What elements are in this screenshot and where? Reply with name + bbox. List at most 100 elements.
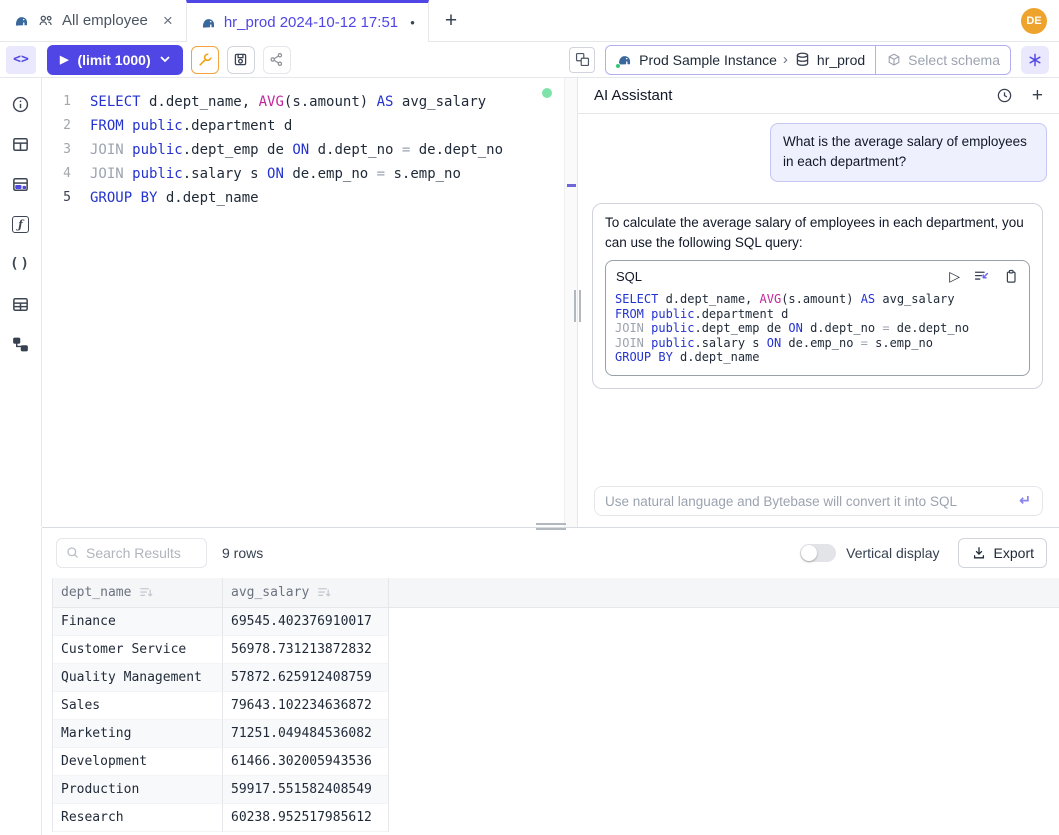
tab-hr-prod[interactable]: hr_prod 2024-10-12 17:51 ● [186, 0, 429, 42]
table-cell[interactable]: Sales [53, 692, 223, 720]
copy-icon[interactable] [1003, 268, 1019, 285]
line-number: 4 [42, 162, 90, 186]
avatar[interactable]: DE [1021, 8, 1047, 34]
table-cell[interactable]: Marketing [53, 720, 223, 748]
postgres-icon [616, 52, 633, 68]
search-icon [65, 545, 81, 561]
format-sql-button[interactable] [191, 46, 219, 74]
people-icon [37, 12, 55, 30]
run-sql-icon[interactable]: ▷ [949, 266, 960, 287]
sql-editor[interactable]: 1SELECT d.dept_name, AVG(s.amount) AS av… [42, 78, 577, 527]
table-row[interactable]: Finance69545.402376910017 [53, 608, 1059, 636]
status-dot [615, 63, 621, 69]
breadcrumb-separator: › [783, 51, 788, 68]
ai-answer: To calculate the average salary of emplo… [592, 203, 1043, 389]
export-button[interactable]: Export [958, 538, 1047, 568]
table-cell-filler [389, 664, 1059, 692]
table-row[interactable]: Marketing71251.049484536082 [53, 720, 1059, 748]
openai-icon [1027, 52, 1043, 68]
sheets-icon[interactable] [4, 164, 38, 204]
table-row[interactable]: Research60238.952517985612 [53, 804, 1059, 832]
history-clock-icon[interactable] [996, 87, 1013, 104]
ai-panel-header: AI Assistant + [578, 78, 1059, 114]
table-row[interactable]: Sales79643.102234636872 [53, 692, 1059, 720]
results-table-body: Finance69545.402376910017Customer Servic… [53, 608, 1059, 832]
tab-label: hr_prod 2024-10-12 17:51 [224, 14, 398, 31]
table-cell[interactable]: Development [53, 748, 223, 776]
run-query-button[interactable]: ▶ (limit 1000) [47, 45, 183, 75]
table-cell[interactable]: 59917.551582408549 [223, 776, 389, 804]
table-cell[interactable]: Quality Management [53, 664, 223, 692]
select-schema-label: Select schema [908, 52, 1000, 68]
line-number: 5 [42, 186, 90, 210]
info-icon[interactable] [4, 84, 38, 124]
table-cell[interactable]: 61466.302005943536 [223, 748, 389, 776]
table-row[interactable]: Quality Management57872.625912408759 [53, 664, 1059, 692]
table-cell[interactable]: Customer Service [53, 636, 223, 664]
table-cell-filler [389, 804, 1059, 832]
results-table: dept_name avg_salary Finance69545.402376… [52, 578, 1059, 832]
schema-cube-icon [886, 52, 902, 68]
line-number: 2 [42, 114, 90, 138]
line-number: 3 [42, 138, 90, 162]
new-tab-button[interactable]: + [429, 0, 473, 41]
save-sheet-button[interactable] [227, 46, 255, 74]
sort-icon [316, 585, 331, 600]
vertical-display-toggle[interactable] [800, 544, 836, 562]
ai-answer-text: To calculate the average salary of emplo… [605, 215, 1024, 250]
table-cell-filler [389, 692, 1059, 720]
table-cell[interactable]: 57872.625912408759 [223, 664, 389, 692]
ai-code-lines: SELECT d.dept_name, AVG(s.amount) AS avg… [606, 288, 1029, 375]
vertical-resize-handle[interactable] [574, 290, 581, 322]
database-name: hr_prod [817, 52, 865, 68]
close-icon[interactable]: × [163, 12, 173, 29]
cursor-status-dot [542, 88, 552, 98]
code-line: 3JOIN public.dept_emp de ON d.dept_no = … [42, 138, 577, 162]
results-toolbar: 9 rows Vertical display Export [42, 528, 1059, 578]
insert-into-editor-icon[interactable] [973, 268, 990, 285]
code-line: JOIN public.salary s ON de.emp_no = s.em… [615, 336, 1019, 351]
table-cell[interactable]: Production [53, 776, 223, 804]
ai-chat-area: What is the average salary of employees … [578, 114, 1059, 486]
table-row[interactable]: Development61466.302005943536 [53, 748, 1059, 776]
horizontal-resize-handle[interactable] [536, 523, 566, 530]
layout-toggle-button[interactable] [569, 47, 595, 73]
table-cell[interactable]: 60238.952517985612 [223, 804, 389, 832]
schema-diagram-icon[interactable] [4, 324, 38, 364]
sql-editor-mode-icon[interactable]: <> [6, 46, 36, 74]
column-header-avg-salary[interactable]: avg_salary [223, 578, 389, 607]
table-cell-filler [389, 608, 1059, 636]
table-row[interactable]: Customer Service56978.731213872832 [53, 636, 1059, 664]
table-cell[interactable]: 56978.731213872832 [223, 636, 389, 664]
postgres-icon [200, 15, 217, 31]
select-schema[interactable]: Select schema [875, 46, 1010, 74]
search-results-input[interactable] [86, 545, 198, 561]
toolbar-right: Prod Sample Instance › hr_prod Select sc… [569, 45, 1049, 75]
tab-all-employee[interactable]: All employee × [0, 0, 186, 41]
connection-instance-db[interactable]: Prod Sample Instance › hr_prod [606, 46, 875, 74]
table-cell[interactable]: 79643.102234636872 [223, 692, 389, 720]
ai-assistant-panel: AI Assistant + What is the average salar… [578, 78, 1059, 527]
table-cell[interactable]: 71251.049484536082 [223, 720, 389, 748]
column-header-dept-name[interactable]: dept_name [53, 578, 223, 607]
code-line: FROM public.department d [615, 307, 1019, 322]
ai-code-block: SQL ▷ SELECT d.dept_name, AVG(s.amount) … [605, 260, 1030, 376]
ruler-mark [567, 184, 576, 187]
table-cell[interactable]: Finance [53, 608, 223, 636]
table-cell-filler [389, 776, 1059, 804]
tables-icon[interactable] [4, 124, 38, 164]
connection-breadcrumb: Prod Sample Instance › hr_prod Select sc… [605, 45, 1011, 75]
code-line: 4JOIN public.salary s ON de.emp_no = s.e… [42, 162, 577, 186]
brackets-icon[interactable]: () [4, 244, 38, 284]
share-button[interactable] [263, 46, 291, 74]
table-row[interactable]: Production59917.551582408549 [53, 776, 1059, 804]
vertical-display-label: Vertical display [846, 545, 939, 561]
function-icon[interactable]: ƒ [4, 204, 38, 244]
table-detail-icon[interactable] [4, 284, 38, 324]
search-results-box [56, 538, 207, 568]
table-cell[interactable]: Research [53, 804, 223, 832]
ai-assistant-button[interactable] [1021, 46, 1049, 74]
table-cell[interactable]: 69545.402376910017 [223, 608, 389, 636]
new-chat-icon[interactable]: + [1032, 86, 1043, 105]
ai-prompt-input[interactable] [594, 486, 1043, 516]
